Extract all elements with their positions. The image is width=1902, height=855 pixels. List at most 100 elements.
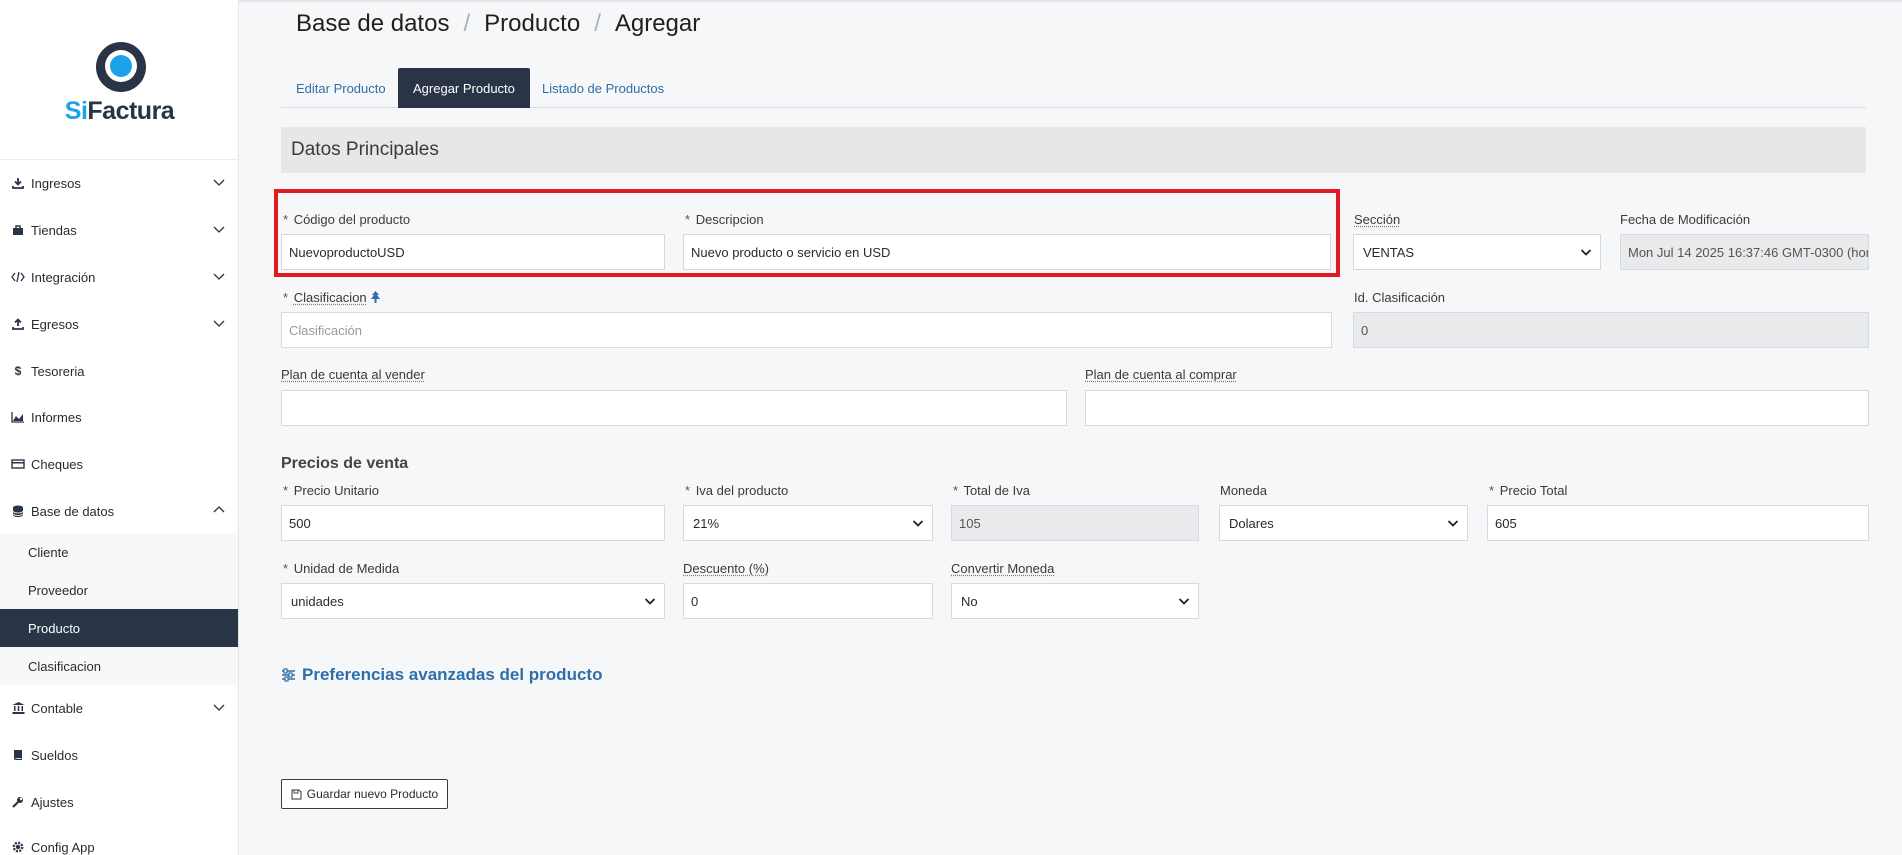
sidebar-item-label: Tesoreria [31,363,85,379]
precio-unitario-label: * Precio Unitario [283,483,379,498]
sidebar-subitem-cliente[interactable]: Cliente [0,533,238,571]
brand-logo[interactable]: SiFactura [0,42,238,125]
sidebar-item-cheques[interactable]: Cheques [0,444,238,484]
sidebar-subitem-producto[interactable]: Producto [0,609,238,647]
required-mark: * [1489,483,1495,498]
sidebar-item-ajustes[interactable]: Ajustes [0,782,238,822]
chevron-down-icon [213,273,225,280]
sidebar-item-label: Sueldos [31,747,78,763]
chevron-down-icon [1447,520,1459,527]
precio-total-input[interactable]: 605 [1487,505,1869,541]
tab-listado-de-productos[interactable]: Listado de Productos [527,68,679,108]
descuento-input[interactable]: 0 [683,583,933,619]
descripcion-label: * Descripcion [685,212,764,227]
save-product-button[interactable]: Guardar nuevo Producto [281,779,448,809]
tab-agregar-producto[interactable]: Agregar Producto [398,68,530,108]
chevron-down-icon [213,320,225,327]
brand-name-factura: Factura [87,97,175,125]
area-chart-icon [11,410,25,424]
required-mark: * [283,561,289,576]
breadcrumb: Base de datos / Producto / Agregar [296,10,700,38]
unidad-label: * Unidad de Medida [283,561,400,576]
sidebar-item-integracion[interactable]: Integración [0,257,238,297]
id-clasificacion-input: 0 [1353,312,1869,348]
gear-icon [11,840,25,854]
bank-icon [11,701,25,715]
moneda-label: Moneda [1220,483,1267,498]
tab-bar: Editar Producto Agregar Producto Listado… [281,68,1866,108]
tree-icon [371,291,381,303]
unidad-value: unidades [291,593,344,609]
sidebar: SiFactura Ingresos Tiendas Integración E… [0,0,239,855]
book-icon [11,748,25,762]
sidebar-item-config-app[interactable]: Config App [0,827,238,855]
chevron-down-icon [1580,249,1592,256]
top-border [239,0,1902,2]
sidebar-item-label: Egresos [31,316,79,332]
sidebar-item-label: Ingresos [31,175,81,191]
logo-icon [96,42,146,92]
sidebar-subitem-clasificacion[interactable]: Clasificacion [0,647,238,685]
codigo-input[interactable]: NuevoproductoUSD [281,234,665,270]
required-mark: * [283,290,289,305]
sidebar-item-label: Informes [31,409,82,425]
iva-label: * Iva del producto [685,483,789,498]
sidebar-subitem-label: Clasificacion [28,658,101,674]
plan-vender-label: Plan de cuenta al vender [281,367,425,382]
required-mark: * [283,483,289,498]
convertir-select[interactable]: No [951,583,1199,619]
wrench-icon [11,795,25,809]
sidebar-item-label: Base de datos [31,503,115,519]
sidebar-item-base-de-datos[interactable]: Base de datos [0,491,238,531]
download-icon [11,176,25,190]
card-icon [11,457,25,471]
database-icon [11,504,25,518]
seccion-select[interactable]: VENTAS [1353,234,1601,270]
advanced-preferences-link[interactable]: Preferencias avanzadas del producto [281,665,602,685]
brand-name-si: Si [64,97,88,125]
fecha-label: Fecha de Modificación [1620,212,1751,227]
breadcrumb-base-de-datos[interactable]: Base de datos [296,10,449,38]
moneda-select[interactable]: Dolares [1219,505,1468,541]
precios-title: Precios de venta [281,455,409,472]
sidebar-item-contable[interactable]: Contable [0,688,238,728]
tab-editar-producto[interactable]: Editar Producto [281,68,401,108]
save-icon [291,789,302,799]
plan-comprar-label: Plan de cuenta al comprar [1085,367,1237,382]
chevron-down-icon [912,520,924,527]
unidad-select[interactable]: unidades [281,583,665,619]
dollar-icon: $ [14,364,22,378]
sidebar-subitem-label: Proveedor [28,582,88,598]
sidebar-subitem-label: Cliente [28,544,69,560]
sidebar-subitem-proveedor[interactable]: Proveedor [0,571,238,609]
store-icon [11,223,25,237]
sidebar-item-label: Config App [31,839,95,855]
section-header: Datos Principales [281,127,1866,173]
convertir-label: Convertir Moneda [951,561,1055,576]
precio-total-label: * Precio Total [1489,483,1568,498]
breadcrumb-agregar: Agregar [614,10,701,37]
sidebar-item-tesoreria[interactable]: $ Tesoreria [0,351,238,391]
required-mark: * [953,483,959,498]
plan-comprar-input[interactable] [1085,390,1869,426]
sidebar-item-egresos[interactable]: Egresos [0,304,238,344]
total-iva-label: * Total de Iva [953,483,1030,498]
sidebar-item-sueldos[interactable]: Sueldos [0,735,238,775]
precio-unitario-input[interactable]: 500 [281,505,665,541]
iva-select[interactable]: 21% [683,505,933,541]
sidebar-item-ingresos[interactable]: Ingresos [0,163,238,203]
sidebar-item-informes[interactable]: Informes [0,397,238,437]
descripcion-input[interactable]: Nuevo producto o servicio en USD [683,234,1331,270]
sidebar-item-tiendas[interactable]: Tiendas [0,210,238,250]
id-clasificacion-label: Id. Clasificación [1354,290,1446,305]
chevron-down-icon [213,179,225,186]
fecha-input: Mon Jul 14 2025 16:37:46 GMT-0300 (hor [1620,234,1869,270]
breadcrumb-producto[interactable]: Producto [484,10,580,38]
plan-vender-input[interactable] [281,390,1067,426]
chevron-down-icon [644,598,656,605]
chevron-up-icon [213,506,225,513]
clasificacion-input[interactable]: Clasificación [281,312,1332,348]
sidebar-item-label: Ajustes [31,794,74,810]
moneda-value: Dolares [1229,515,1274,531]
save-button-label: Guardar nuevo Producto [306,787,439,801]
